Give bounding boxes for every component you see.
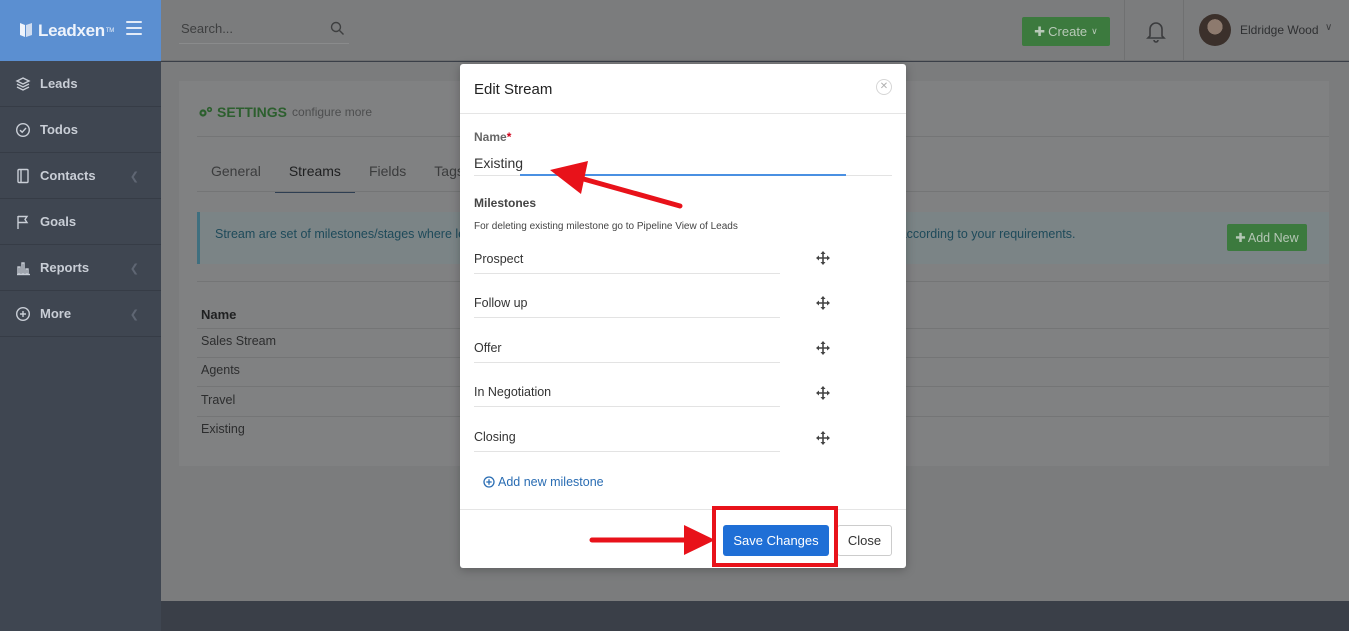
name-field-label: Name*: [474, 130, 511, 144]
annotation-highlight-box: [712, 506, 838, 567]
app-logo[interactable]: Leadxen TM: [18, 21, 114, 41]
move-handle-icon[interactable]: [816, 386, 830, 400]
leadxen-logo-icon: [20, 23, 32, 37]
page-title: SETTINGS configure more: [198, 104, 372, 120]
milestones-title: Milestones: [474, 196, 537, 210]
layers-icon: [15, 76, 31, 91]
sidebar-item-label: Leads: [40, 76, 78, 91]
table-row[interactable]: Existing: [201, 422, 245, 436]
chevron-left-icon: ❮: [129, 171, 139, 183]
milestone-input[interactable]: [474, 335, 780, 361]
sidebar: Leadxen TM Leads Todos Contacts ❮ Goals R…: [0, 0, 161, 631]
edit-stream-modal: Edit Stream ✕ Name* Milestones For delet…: [460, 64, 906, 568]
tab-fields[interactable]: Fields: [369, 163, 420, 193]
top-bar: Search... ✚ Create ∨ Eldridge Wood ∨: [161, 0, 1349, 61]
modal-title: Edit Stream: [474, 81, 553, 98]
milestone-row: [474, 246, 780, 274]
gears-icon: [199, 106, 213, 117]
milestone-row: [474, 424, 780, 452]
address-book-icon: [17, 168, 29, 183]
info-text: Stream are set of milestones/stages wher…: [215, 227, 466, 241]
move-handle-icon[interactable]: [816, 431, 830, 445]
move-handle-icon[interactable]: [816, 296, 830, 310]
flag-icon: [17, 215, 29, 229]
settings-subtitle: configure more: [292, 105, 373, 119]
milestone-row: [474, 379, 780, 407]
footer-strip: [161, 601, 1349, 631]
add-milestone-label: Add new milestone: [498, 475, 604, 489]
avatar[interactable]: [1199, 14, 1231, 46]
close-icon[interactable]: ✕: [876, 79, 892, 95]
name-label-text: Name: [474, 130, 507, 144]
sidebar-item-todos[interactable]: Todos: [0, 107, 161, 153]
input-focus-underline: [520, 174, 846, 176]
check-circle-icon: [15, 122, 31, 137]
milestone-input[interactable]: [474, 290, 780, 316]
create-button-label: Create: [1048, 24, 1088, 39]
sidebar-item-label: Contacts: [40, 168, 96, 183]
table-row[interactable]: Agents: [201, 363, 240, 377]
plus-icon: ✚: [1235, 231, 1246, 245]
top-divider: [1183, 0, 1184, 61]
app-name: Leadxen: [38, 20, 105, 40]
modal-header: Edit Stream ✕: [460, 64, 906, 114]
sidebar-item-reports[interactable]: Reports ❮: [0, 245, 161, 291]
add-new-label: Add New: [1247, 230, 1299, 245]
plus-circle-icon: [15, 306, 31, 321]
milestone-input[interactable]: [474, 379, 780, 405]
stream-name-input[interactable]: [474, 150, 892, 176]
settings-title-text: SETTINGS: [217, 104, 288, 120]
sidebar-item-label: Reports: [40, 260, 90, 275]
milestone-input[interactable]: [474, 424, 780, 450]
milestones-hint: For deleting existing milestone go to Pi…: [474, 221, 738, 232]
search-placeholder: Search...: [181, 21, 234, 36]
user-name[interactable]: Eldridge Wood: [1240, 23, 1319, 37]
search-input[interactable]: Search...: [179, 15, 349, 44]
create-button[interactable]: ✚ Create ∨: [1022, 17, 1110, 46]
move-handle-icon[interactable]: [816, 341, 830, 355]
logo-bar: Leadxen TM: [0, 0, 161, 61]
milestone-input[interactable]: [474, 246, 780, 272]
plus-circle-icon: [483, 476, 495, 488]
plus-icon: ✚: [1034, 23, 1046, 39]
tab-general[interactable]: General: [211, 163, 275, 193]
modal-footer: Save Changes Close: [460, 509, 906, 568]
table-row[interactable]: Sales Stream: [201, 334, 276, 348]
info-text-continued: s according to your requirements.: [890, 227, 1076, 241]
milestone-row: [474, 335, 780, 363]
close-button[interactable]: Close: [837, 525, 892, 556]
sidebar-item-label: Todos: [40, 122, 79, 137]
tab-streams[interactable]: Streams: [274, 163, 355, 193]
table-row[interactable]: Travel: [201, 393, 235, 407]
bar-chart-icon: [17, 261, 30, 275]
chevron-left-icon: ❮: [129, 309, 139, 321]
required-mark: *: [506, 130, 512, 144]
move-handle-icon[interactable]: [816, 251, 830, 265]
bell-icon[interactable]: [1145, 19, 1167, 43]
hamburger-menu-icon[interactable]: [126, 21, 142, 35]
sidebar-item-more[interactable]: More ❮: [0, 291, 161, 337]
milestone-row: [474, 290, 780, 318]
app-trademark: TM: [105, 27, 114, 34]
sidebar-item-leads[interactable]: Leads: [0, 61, 161, 107]
sidebar-item-label: More: [40, 306, 72, 321]
settings-tabs: General Streams Fields Tags: [211, 163, 492, 193]
chevron-down-icon: ∨: [1091, 26, 1098, 36]
table-header-name: Name: [201, 307, 237, 322]
chevron-left-icon: ❮: [129, 263, 139, 275]
top-divider: [1124, 0, 1125, 61]
sidebar-item-goals[interactable]: Goals: [0, 199, 161, 245]
add-new-stream-button[interactable]: ✚ Add New: [1227, 224, 1307, 251]
add-milestone-link[interactable]: Add new milestone: [483, 475, 604, 489]
chevron-down-icon[interactable]: ∨: [1325, 22, 1332, 33]
search-icon[interactable]: [330, 21, 345, 36]
sidebar-item-label: Goals: [40, 214, 77, 229]
sidebar-item-contacts[interactable]: Contacts ❮: [0, 153, 161, 199]
